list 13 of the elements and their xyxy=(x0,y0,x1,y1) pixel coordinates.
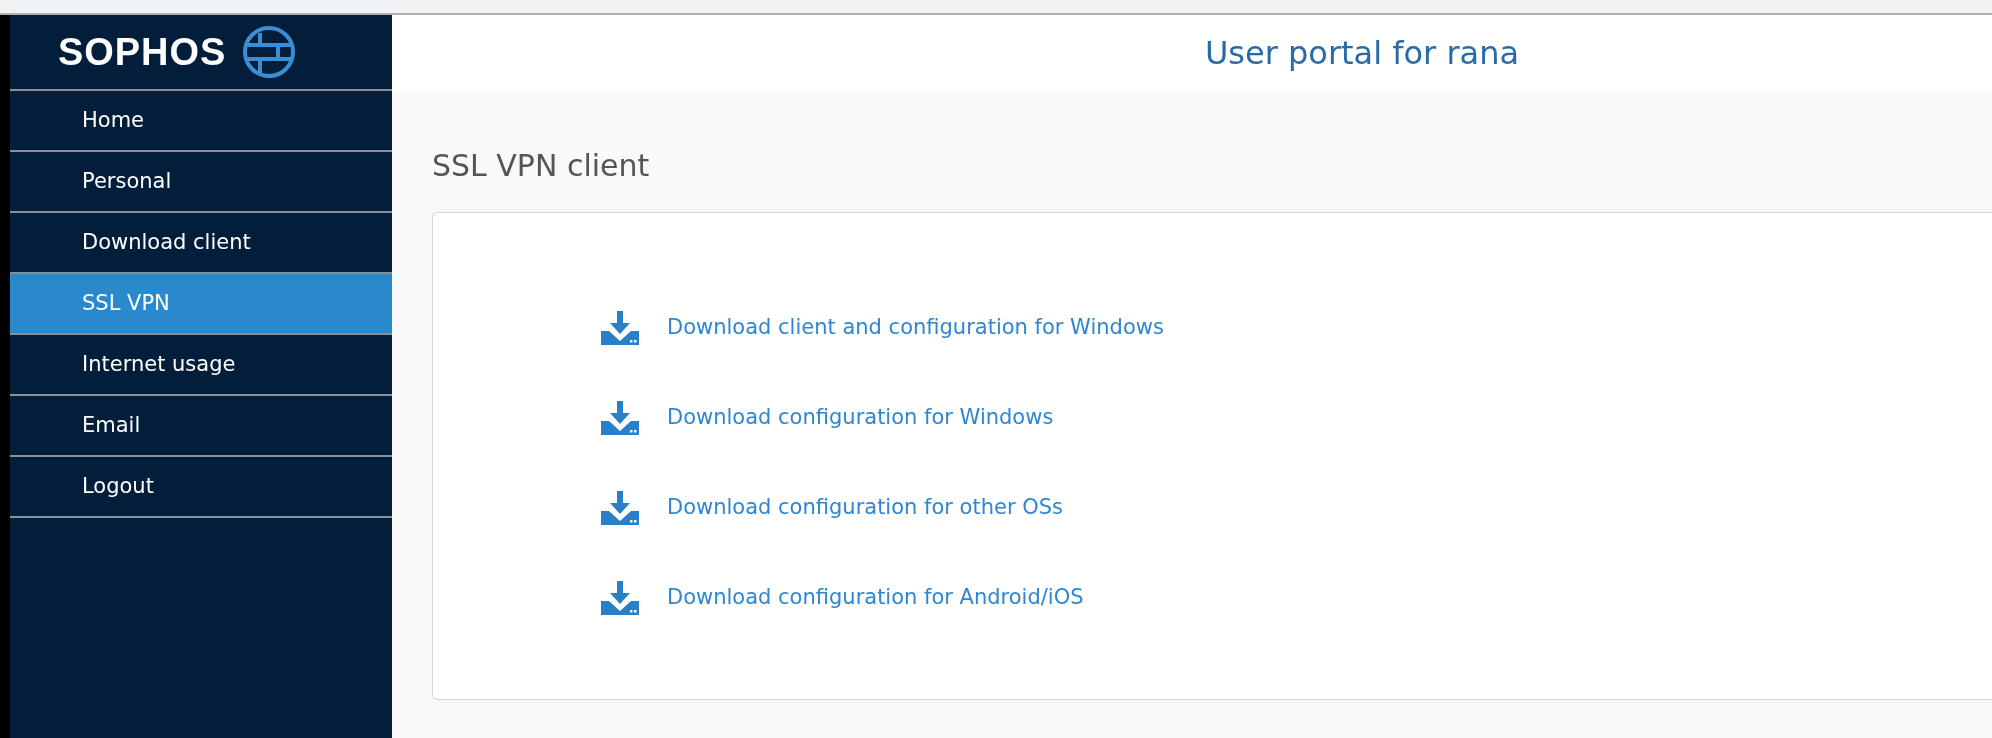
download-link[interactable]: Download configuration for other OSs xyxy=(667,492,1063,524)
logo-text: SOPHOS xyxy=(58,29,227,75)
download-icon xyxy=(601,401,639,435)
portal-title: User portal for rana xyxy=(1204,33,1520,74)
page-title: SSL VPN client xyxy=(432,147,651,185)
download-icon xyxy=(601,491,639,525)
download-link[interactable]: Download configuration for Android/iOS xyxy=(667,582,1084,614)
logo-globe-icon xyxy=(242,25,297,79)
download-icon xyxy=(601,311,639,345)
download-link[interactable]: Download configuration for Windows xyxy=(667,402,1054,434)
download-link[interactable]: Download client and configuration for Windows xyxy=(667,312,1164,344)
download-icon xyxy=(601,581,639,615)
sidebar-item[interactable]: SSL VPN xyxy=(10,274,392,335)
